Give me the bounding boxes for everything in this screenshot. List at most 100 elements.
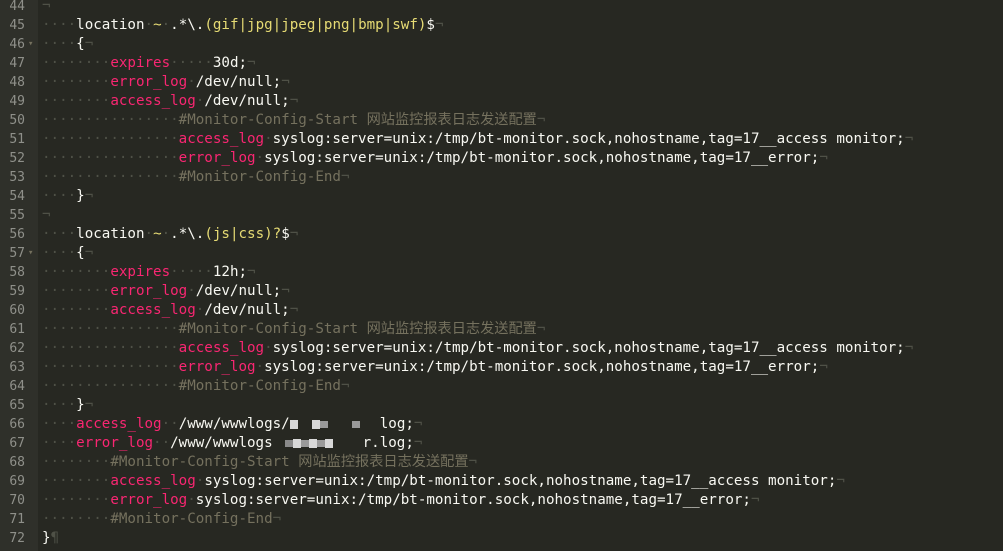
- code-line[interactable]: 59 ········error_log·/dev/null;¬: [0, 282, 1003, 301]
- code-line[interactable]: 51 ················access_log·syslog:serv…: [0, 130, 1003, 149]
- whitespace-marker: ¬: [281, 283, 290, 299]
- code-token: syslog:server=unix:/tmp/bt-monitor.sock,…: [264, 359, 820, 375]
- code-line[interactable]: 65 ····}¬: [0, 396, 1003, 415]
- code-text: ····}¬: [42, 396, 93, 415]
- code-line[interactable]: 47 ········expires·····30d;¬: [0, 54, 1003, 73]
- code-token: access_log: [110, 302, 196, 318]
- code-token: syslog:server=unix:/tmp/bt-monitor.sock,…: [272, 340, 905, 356]
- code-token: .*\.: [170, 17, 205, 33]
- code-token: access_log: [178, 340, 265, 356]
- whitespace-marker: ········: [42, 264, 111, 280]
- code-token: /dev/null;: [204, 302, 290, 318]
- line-number: 45: [9, 18, 25, 33]
- fold-arrow-icon[interactable]: ▾: [28, 35, 33, 54]
- code-text: ····}¬: [42, 187, 93, 206]
- code-text: ········access_log·syslog:server=unix:/t…: [42, 472, 845, 491]
- whitespace-marker: ·: [255, 359, 265, 375]
- code-lines: 44 ¬ 45 ····location·~·.*\.(gif|jpg|jpeg|pn…: [0, 0, 1003, 548]
- code-line[interactable]: 60 ········access_log·/dev/null;¬: [0, 301, 1003, 320]
- line-number: 49: [9, 94, 25, 109]
- whitespace-marker: ¬: [904, 340, 914, 356]
- whitespace-marker: ········: [42, 55, 111, 71]
- code-line[interactable]: 45 ····location·~·.*\.(gif|jpg|jpeg|png|b…: [0, 16, 1003, 35]
- code-text: ········access_log·/dev/null;¬: [42, 92, 298, 111]
- code-line[interactable]: 61 ················#Monitor-Config-Start …: [0, 320, 1003, 339]
- code-token: #Monitor-Config-End: [178, 169, 341, 185]
- whitespace-marker: ················: [42, 378, 179, 394]
- code-line[interactable]: 50 ················#Monitor-Config-Start …: [0, 111, 1003, 130]
- code-line[interactable]: 64 ················#Monitor-Config-End¬: [0, 377, 1003, 396]
- code-line[interactable]: 71 ········#Monitor-Config-End¬: [0, 510, 1003, 529]
- code-line[interactable]: 66 ····access_log··/www/wwwlogs/log;¬: [0, 415, 1003, 434]
- code-line[interactable]: 53 ················#Monitor-Config-End¬: [0, 168, 1003, 187]
- whitespace-marker: ········: [42, 302, 111, 318]
- whitespace-marker: ¬: [247, 55, 256, 71]
- code-token: /www/wwwlogs/: [178, 416, 290, 432]
- code-token: log;: [379, 416, 414, 432]
- code-line[interactable]: 70 ········error_log·syslog:server=unix:/…: [0, 491, 1003, 510]
- whitespace-marker: ··: [161, 416, 179, 432]
- whitespace-marker: ····: [42, 226, 77, 242]
- code-line[interactable]: 67 ····error_log··/www/wwwlogs r.log;¬: [0, 434, 1003, 453]
- line-number: 48: [9, 75, 25, 90]
- code-line[interactable]: 46 ▾ ····{¬: [0, 35, 1003, 54]
- line-number: 61: [9, 322, 25, 337]
- code-text: ····location·~·.*\.(js|css)?$¬: [42, 225, 298, 244]
- code-token: r.log;: [362, 435, 414, 451]
- whitespace-marker: ········: [42, 93, 111, 109]
- whitespace-marker: ¬: [84, 188, 94, 204]
- code-line[interactable]: 48 ········error_log·/dev/null;¬: [0, 73, 1003, 92]
- code-token: (gif|jpg|jpeg|png|bmp|swf): [204, 17, 427, 33]
- code-token: $: [426, 17, 435, 33]
- whitespace-marker: ¬: [84, 36, 94, 52]
- code-text: ················access_log·syslog:server…: [42, 339, 913, 358]
- code-line[interactable]: 62 ················access_log·syslog:serv…: [0, 339, 1003, 358]
- code-token: /dev/null;: [195, 283, 282, 299]
- whitespace-marker: ········: [42, 454, 111, 470]
- line-number: 67: [9, 436, 25, 451]
- code-token: #Monitor-Config-End: [178, 378, 341, 394]
- code-token: /dev/null;: [204, 93, 290, 109]
- code-line[interactable]: 44 ¬: [0, 0, 1003, 16]
- whitespace-marker: ¬: [42, 207, 51, 223]
- whitespace-marker: ¬: [536, 321, 546, 337]
- whitespace-marker: ················: [42, 169, 179, 185]
- code-line[interactable]: 52 ················error_log·syslog:serve…: [0, 149, 1003, 168]
- redacted-block: [289, 416, 380, 432]
- code-line[interactable]: 49 ········access_log·/dev/null;¬: [0, 92, 1003, 111]
- whitespace-marker: ¬: [413, 435, 423, 451]
- line-number: 71: [9, 512, 25, 527]
- code-editor[interactable]: 44 ¬ 45 ····location·~·.*\.(gif|jpg|jpeg|pn…: [0, 0, 1003, 551]
- line-number: 55: [9, 208, 25, 223]
- whitespace-marker: ········: [42, 74, 111, 90]
- whitespace-marker: ········: [42, 492, 111, 508]
- code-text: ¬: [42, 206, 51, 225]
- code-line[interactable]: 55 ¬: [0, 206, 1003, 225]
- line-number: 69: [9, 474, 25, 489]
- whitespace-marker: ····: [42, 36, 77, 52]
- code-line[interactable]: 58 ········expires·····12h;¬: [0, 263, 1003, 282]
- code-text: ········expires·····12h;¬: [42, 263, 256, 282]
- code-text: ················error_log·syslog:server=…: [42, 149, 828, 168]
- whitespace-marker: ¬: [340, 169, 350, 185]
- whitespace-marker: ¬: [413, 416, 423, 432]
- whitespace-marker: ¬: [819, 150, 828, 166]
- code-line[interactable]: 57 ▾ ····{¬: [0, 244, 1003, 263]
- code-text: ················#Monitor-Config-End¬: [42, 377, 350, 396]
- whitespace-marker: ·: [255, 150, 265, 166]
- whitespace-marker: ····: [42, 188, 77, 204]
- code-token: {: [76, 245, 85, 261]
- code-token: syslog:server=unix:/tmp/bt-monitor.sock,…: [272, 131, 905, 147]
- line-number: 58: [9, 265, 25, 280]
- code-line[interactable]: 56 ····location·~·.*\.(js|css)?$¬: [0, 225, 1003, 244]
- fold-arrow-icon[interactable]: ▾: [28, 244, 33, 263]
- code-line[interactable]: 69 ········access_log·syslog:server=unix:…: [0, 472, 1003, 491]
- line-number: 60: [9, 303, 25, 318]
- line-number: 47: [9, 56, 25, 71]
- code-token: error_log: [76, 435, 154, 451]
- code-line[interactable]: 72}¶: [0, 529, 1003, 548]
- code-line[interactable]: 68 ········#Monitor-Config-Start 网站监控报表日志…: [0, 453, 1003, 472]
- code-line[interactable]: 54 ····}¬: [0, 187, 1003, 206]
- code-line[interactable]: 63 ················error_log·syslog:serve…: [0, 358, 1003, 377]
- whitespace-marker: ·····: [170, 264, 213, 280]
